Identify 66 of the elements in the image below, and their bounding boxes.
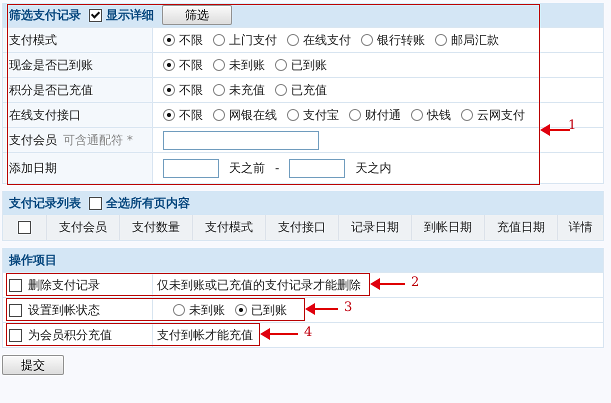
column-header: 到帐日期 [412, 215, 485, 240]
radio-option[interactable]: 不限 [163, 32, 203, 48]
annotation-arrow [260, 328, 298, 340]
radio-option[interactable]: 在线支付 [287, 32, 351, 48]
range-separator: - [275, 161, 280, 175]
annotation-number: 3 [344, 300, 352, 315]
radio-option[interactable]: 已到账 [275, 56, 327, 74]
annotation-arrow [370, 278, 405, 290]
field-label: 现金是否已到账 [9, 56, 93, 74]
section-title: 筛选支付记录 [9, 6, 81, 24]
range-label: 天之内 [355, 160, 392, 176]
radio-option[interactable]: 未到账 [173, 302, 225, 318]
radio-option[interactable]: 上门支付 [213, 32, 277, 48]
column-header: 支付数量 [120, 215, 193, 240]
days-input[interactable] [163, 158, 219, 178]
days-input[interactable] [289, 158, 346, 178]
column-header: 支付模式 [193, 215, 266, 240]
checkbox[interactable] [9, 304, 22, 316]
column-header: 充值日期 [485, 215, 558, 240]
annotation-number: 4 [304, 325, 312, 340]
radio-option[interactable]: 支付宝 [287, 106, 339, 124]
radio-option[interactable]: 邮局汇款 [435, 32, 499, 48]
field-label: 支付会员 [9, 132, 57, 148]
radio-option[interactable]: 未充值 [213, 82, 265, 98]
range-label: 天之前 [229, 160, 265, 176]
radio-option[interactable]: 不限 [163, 56, 203, 74]
select-all-toggle[interactable]: 全选所有页内容 [89, 194, 190, 212]
operation-note: 仅未到账或已充值的支付记录才能删除 [157, 276, 361, 294]
column-header: 记录日期 [339, 215, 412, 240]
radio-option[interactable]: 财付通 [349, 106, 401, 124]
checkbox[interactable] [18, 221, 31, 234]
column-header: 支付会员 [47, 215, 120, 240]
section-title: 操作项目 [9, 252, 57, 268]
submit-button[interactable]: 提交 [2, 355, 64, 375]
annotation-arrow [305, 303, 338, 315]
section-title: 支付记录列表 [9, 194, 81, 212]
column-header: 支付接口 [266, 215, 339, 240]
radio-option[interactable]: 云网支付 [461, 106, 525, 124]
field-label: 添加日期 [9, 160, 57, 176]
field-label: 支付模式 [9, 32, 57, 48]
radio-option[interactable]: 已到账 [235, 302, 287, 318]
field-hint: 可含通配符 * [63, 132, 133, 148]
annotation-number: 1 [568, 118, 576, 133]
checkbox[interactable] [89, 196, 102, 210]
member-input[interactable] [163, 130, 319, 150]
annotation-arrow [540, 124, 570, 136]
operation-note: 支付到帐才能充值 [157, 326, 253, 344]
checkbox[interactable] [9, 278, 22, 292]
annotation-number: 2 [411, 275, 420, 290]
operation-label: 设置到帐状态 [28, 302, 100, 318]
radio-option[interactable]: 已充值 [275, 82, 327, 98]
operation-label: 为会员积分充值 [28, 326, 112, 344]
operation-label: 删除支付记录 [28, 276, 100, 294]
radio-option[interactable]: 不限 [163, 106, 203, 124]
radio-option[interactable]: 未到账 [213, 56, 265, 74]
details-toggle[interactable]: 显示详细 [89, 6, 154, 24]
radio-option[interactable]: 快钱 [411, 106, 451, 124]
field-label: 积分是否已充值 [9, 82, 93, 98]
column-header: 详情 [568, 219, 594, 236]
radio-option[interactable]: 网银在线 [213, 106, 277, 124]
filter-button[interactable]: 筛选 [162, 5, 232, 25]
field-label: 在线支付接口 [9, 106, 81, 124]
checkbox[interactable] [89, 8, 102, 22]
checkbox[interactable] [9, 328, 22, 342]
radio-option[interactable]: 不限 [163, 82, 203, 98]
radio-option[interactable]: 银行转账 [361, 32, 425, 48]
